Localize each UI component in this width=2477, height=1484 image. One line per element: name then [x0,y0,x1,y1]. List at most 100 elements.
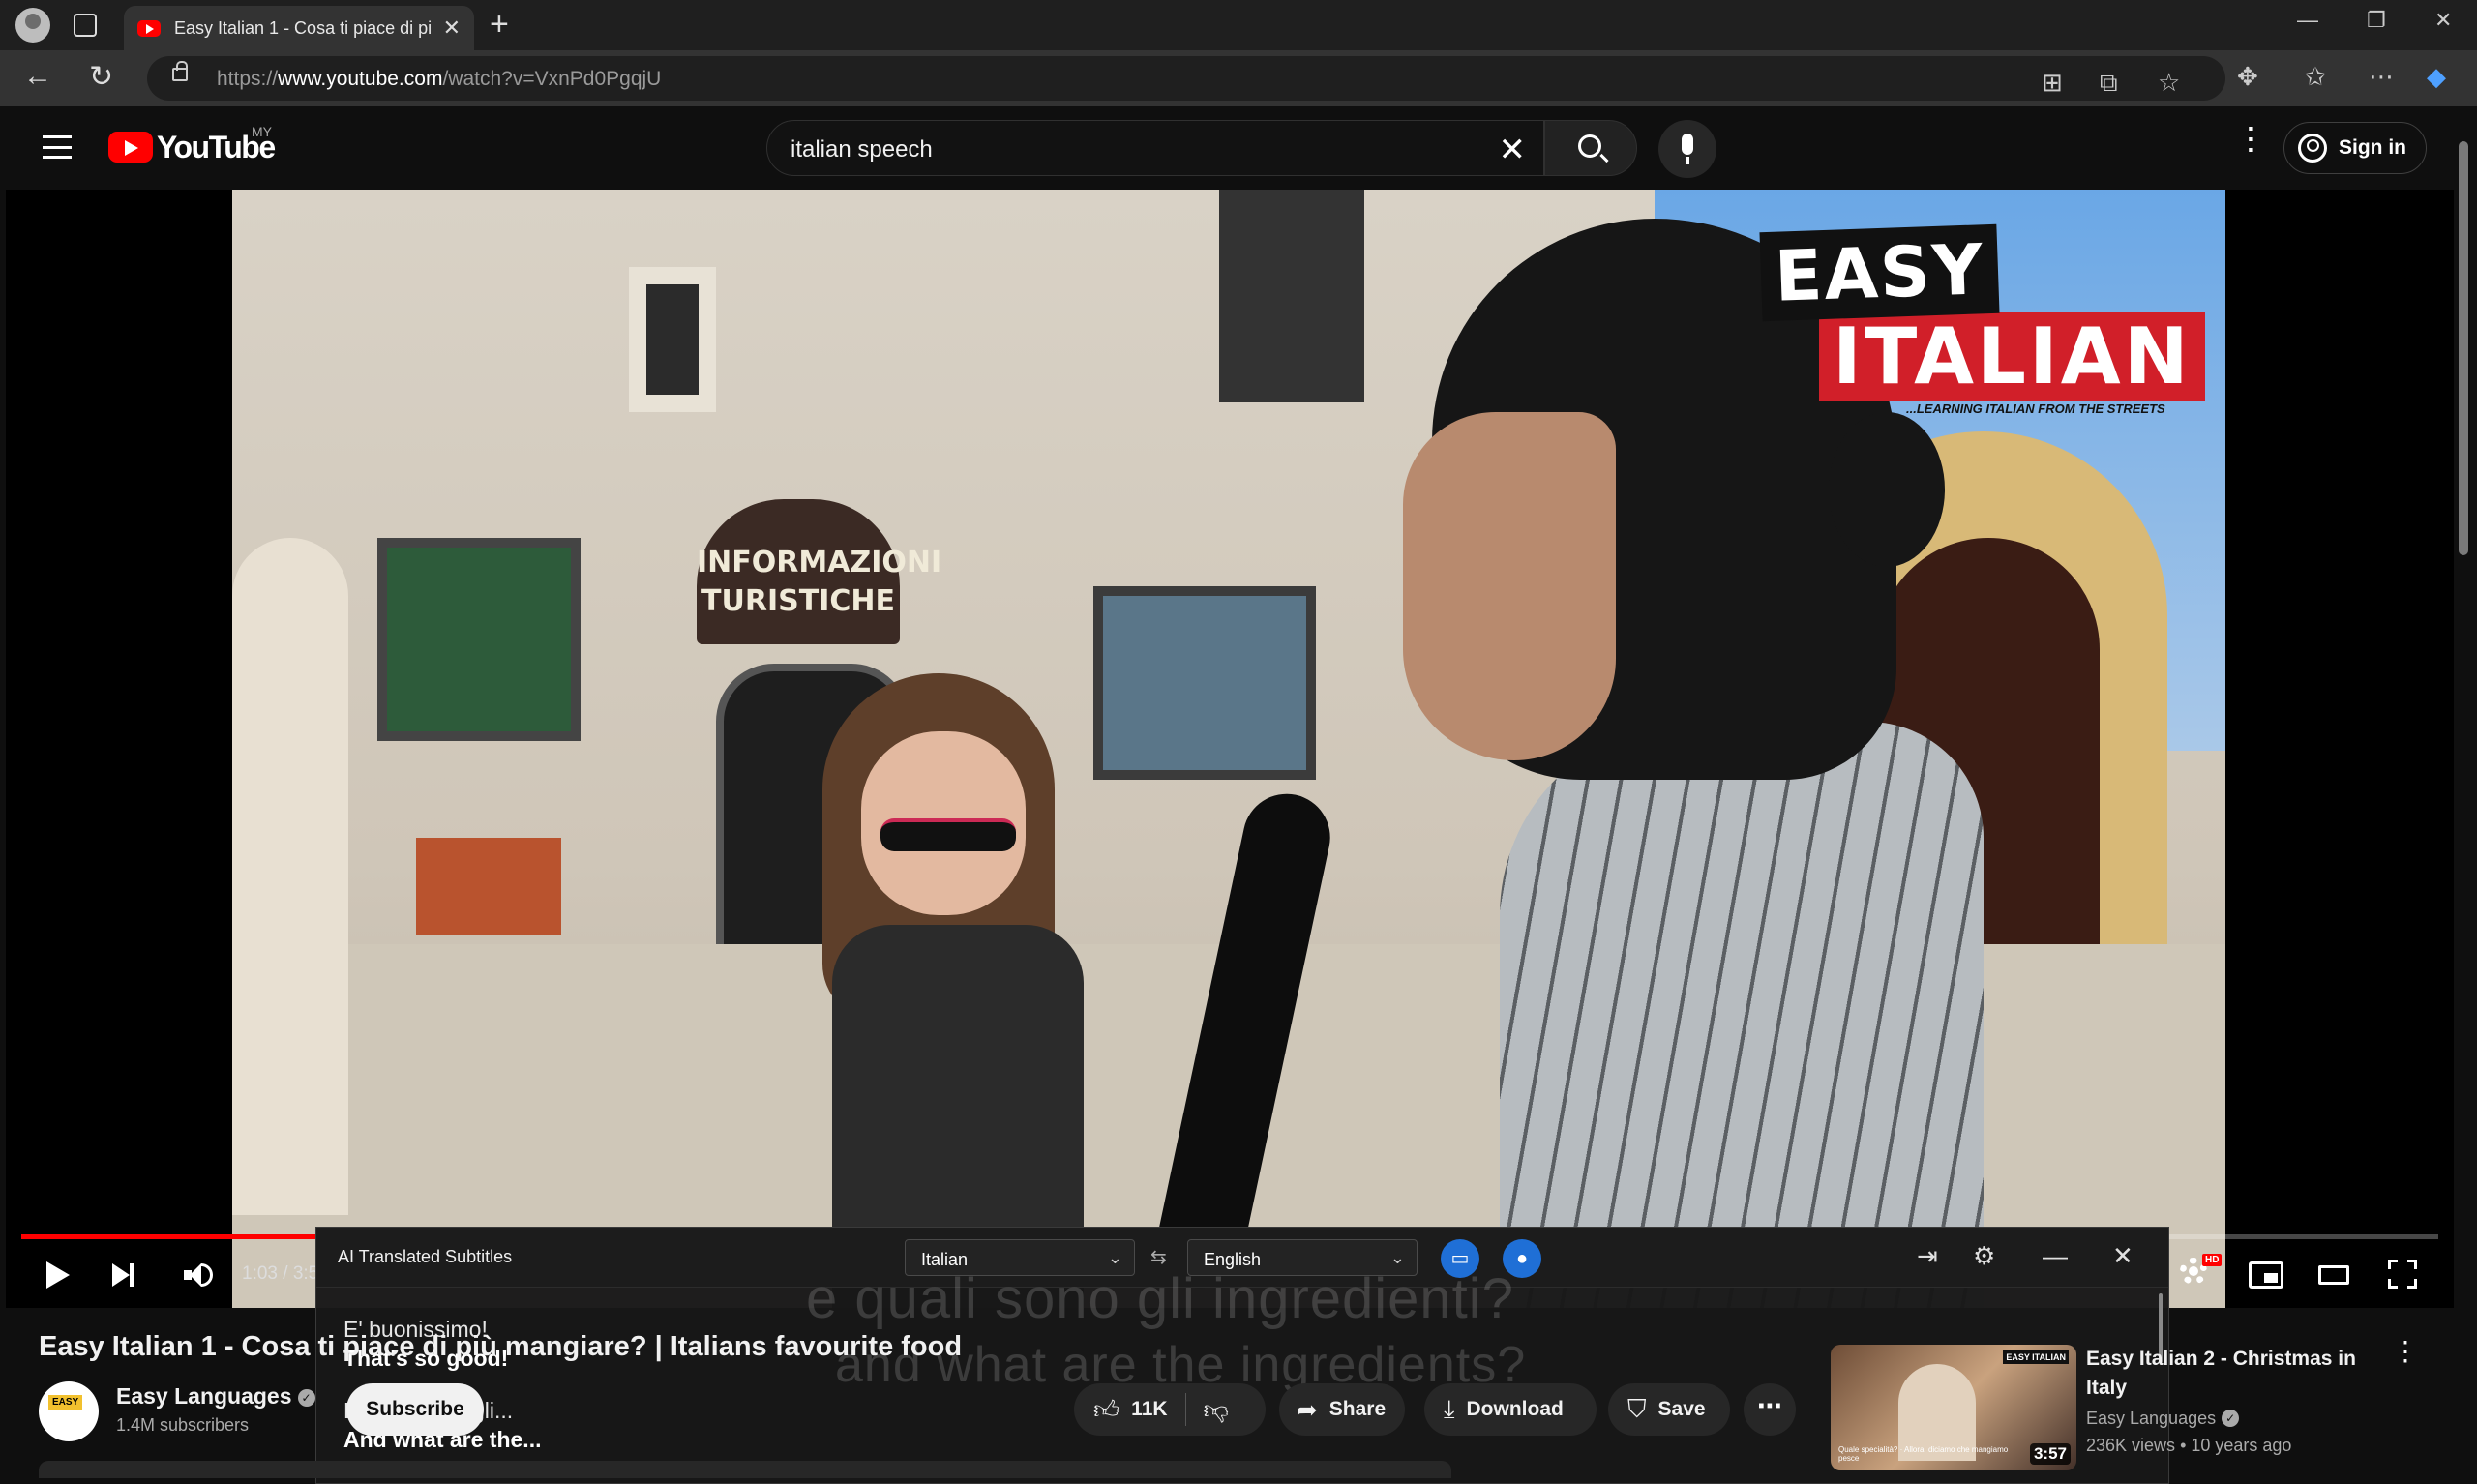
save-label: Save [1657,1398,1706,1420]
url-bar[interactable]: https://www.youtube.com/watch?v=VxnPd0Pg… [147,56,2225,101]
browser-tab-bar: Easy Italian 1 - Cosa ti piace di più ✕ … [0,0,2477,50]
search-query[interactable]: italian speech [791,136,933,163]
browser-tab[interactable]: Easy Italian 1 - Cosa ti piace di più ✕ [124,6,474,50]
miniplayer-icon[interactable] [2249,1261,2283,1289]
search-icon [1578,134,1601,158]
close-tab-icon[interactable]: ✕ [443,15,461,41]
like-count[interactable]: 11K [1131,1398,1167,1421]
extensions-icon[interactable]: ✥ [2237,62,2258,92]
favorites-icon[interactable]: ✩ [2305,62,2326,92]
video-shop-window [377,538,581,741]
youtube-header: YouTube MY italian speech ✕ ⋮ Sign in [0,106,2454,190]
description-box[interactable] [39,1461,1451,1478]
video-duration: 3:57 [2029,1443,2071,1465]
caption-ghost-line: e quali sono gli ingredienti? [806,1267,1514,1330]
restore-icon[interactable]: ❐ [2367,8,2386,33]
search-button[interactable] [1544,120,1637,176]
microphone-icon [1682,134,1693,164]
share-label: Share [1328,1398,1387,1420]
sign-in-label: Sign in [2339,136,2406,159]
bookmark-icon: ⛉ [1627,1394,1647,1423]
recommended-menu-icon[interactable]: ⋮ [2392,1338,2419,1365]
account-icon [2298,134,2327,163]
video-interviewer-sweater [1500,722,1984,1308]
chevron-down-icon: ⌄ [1389,1248,1405,1267]
video-flower-pot [416,838,561,935]
tab-actions-icon[interactable] [74,14,97,37]
settings-kebab-icon[interactable]: ⋮ [2235,123,2266,154]
logo-easy: EASY [1759,223,2000,322]
app-available-icon[interactable]: ⊞ [2042,68,2063,98]
country-code: MY [252,124,272,139]
logo-tagline: ...LEARNING ITALIAN FROM THE STREETS [1906,401,2165,416]
recommended-meta: 236K views • 10 years ago [2086,1436,2292,1455]
channel-avatar[interactable] [39,1381,99,1441]
channel-name[interactable]: Easy Languages ✓ [116,1383,315,1410]
gear-icon[interactable]: ⚙ [1973,1241,1995,1271]
settings-more-icon[interactable]: ⋯ [2369,62,2394,92]
chevron-down-icon: ⌄ [1107,1248,1122,1267]
video-tourist-sign: INFORMAZIONI TURISTICHE [697,499,941,644]
search-input[interactable]: italian speech ✕ [766,120,1544,176]
recommended-title[interactable]: Easy Italian 2 - Christmas in Italy [2086,1345,2367,1403]
profile-icon[interactable] [15,8,50,43]
url-text: https://www.youtube.com/watch?v=VxnPd0Pg… [217,68,662,90]
recommended-thumbnail[interactable]: EASY ITALIAN Quale specialità? · Allora,… [1831,1345,2076,1470]
subscribe-button[interactable]: Subscribe [346,1383,484,1436]
dislike-icon[interactable]: 👎︎ [1204,1395,1229,1425]
read-aloud-icon[interactable]: ⧉ [2100,68,2118,99]
next-video-icon[interactable] [112,1263,134,1287]
share-icon: ➦ [1297,1394,1318,1424]
easy-italian-logo: EASY ITALIAN ...LEARNING ITALIAN FROM TH… [1759,223,2205,416]
clear-search-icon[interactable]: ✕ [1499,131,1527,169]
video-window [629,267,716,412]
download-button[interactable]: ⤓ Download [1424,1383,1597,1436]
minimize-icon[interactable]: — [2297,8,2318,33]
thumbnail-logo: EASY ITALIAN [2003,1350,2069,1364]
like-divider [1184,1393,1186,1426]
video-frame[interactable]: INFORMAZIONI TURISTICHE EASY ITALIAN ...L… [232,190,2225,1308]
like-dislike-group: 👍︎ 11K 👎︎ [1074,1383,1266,1436]
video-player[interactable]: INFORMAZIONI TURISTICHE EASY ITALIAN ...L… [6,190,2454,1484]
video-sunglasses [880,818,1016,851]
play-icon[interactable] [46,1261,70,1289]
youtube-favicon-icon [137,19,161,37]
pop-out-icon[interactable]: ⇥ [1917,1241,1938,1271]
like-icon[interactable]: 👍︎ [1093,1395,1119,1425]
copilot-icon[interactable]: ◆ [2427,62,2446,92]
page-scrollbar-thumb[interactable] [2459,141,2468,555]
new-tab-icon[interactable]: + [490,6,509,44]
close-panel-icon[interactable]: ✕ [2112,1241,2134,1271]
menu-icon[interactable] [43,135,72,159]
recommended-channel[interactable]: Easy Languages ✓ [2086,1409,2240,1429]
favorite-star-icon[interactable]: ☆ [2158,68,2180,98]
theater-mode-icon[interactable] [2318,1265,2349,1285]
thumbnail-caption: Quale specialità? · Allora, diciamo che … [1838,1445,2009,1463]
lock-icon[interactable] [172,61,188,81]
video-interviewer-bun [1829,412,1945,567]
voice-search-button[interactable] [1658,120,1716,178]
verified-icon: ✓ [297,1389,315,1407]
save-button[interactable]: ⛉ Save [1608,1383,1730,1436]
download-icon: ⤓ [1444,1394,1455,1423]
verified-icon: ✓ [2222,1410,2240,1427]
share-button[interactable]: ➦ Share [1279,1383,1405,1436]
video-notice-board [1093,586,1316,780]
address-toolbar: ← ↻ https://www.youtube.com/watch?v=VxnP… [0,50,2477,106]
youtube-logo-icon[interactable] [108,132,153,163]
minimize-panel-icon[interactable]: — [2043,1241,2068,1271]
tab-title: Easy Italian 1 - Cosa ti piace di più [174,17,433,38]
video-passerby [232,538,348,1215]
video-title: Easy Italian 1 - Cosa ti piace di più ma… [39,1331,963,1362]
fullscreen-icon[interactable] [2388,1260,2417,1289]
logo-italian: ITALIAN [1819,312,2205,401]
hd-badge: HD [2202,1254,2223,1266]
close-window-icon[interactable]: ✕ [2434,8,2452,33]
more-actions-button[interactable]: ⋯ [1744,1383,1796,1436]
download-label: Download [1466,1398,1564,1420]
video-interviewer-face [1403,412,1616,760]
subscriber-count: 1.4M subscribers [116,1415,250,1435]
refresh-icon[interactable]: ↻ [89,60,113,94]
back-icon[interactable]: ← [23,60,52,93]
sign-in-button[interactable]: Sign in [2283,122,2427,174]
